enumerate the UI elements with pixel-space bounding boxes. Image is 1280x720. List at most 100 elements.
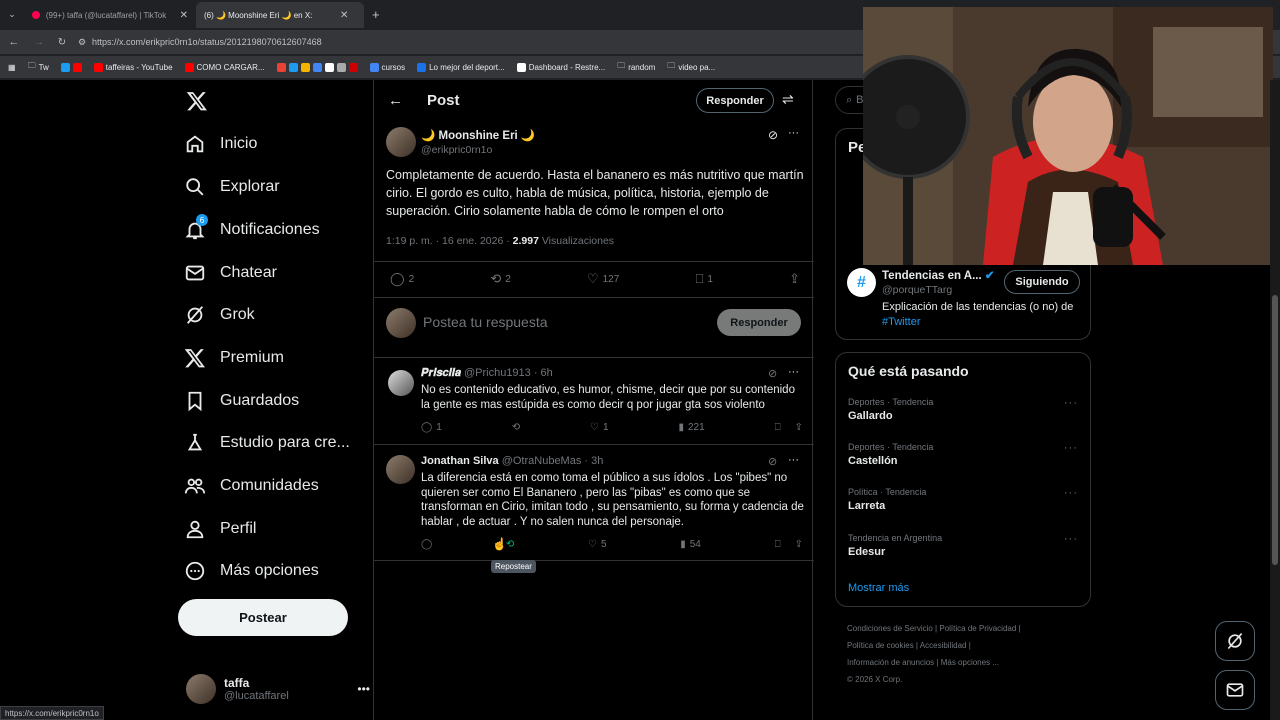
grok-fab[interactable]	[1215, 621, 1255, 661]
comment-icon: ◯	[390, 271, 405, 286]
nav-home[interactable]: Inicio	[184, 126, 257, 162]
footer-link[interactable]: Política de cookies	[847, 641, 914, 650]
more-icon[interactable]: ···	[1064, 442, 1078, 454]
reload-icon[interactable]: ↻	[50, 37, 74, 48]
nav-premium[interactable]: Premium	[184, 340, 284, 376]
avatar[interactable]	[386, 455, 415, 484]
bookmark-cursos[interactable]: cursos	[369, 62, 405, 72]
reply-button[interactable]: Responder	[696, 88, 774, 113]
new-tab-icon[interactable]: +	[372, 7, 380, 22]
nav-creator-studio[interactable]: Estudio para cre...	[184, 425, 350, 461]
reply-item[interactable]: Jonathan Silva @OtraNubeMas · 3h ⊘ ··· L…	[374, 444, 814, 561]
repost-action[interactable]: ⟲	[506, 539, 514, 550]
bookmark-dashboard[interactable]: Dashboard - Restre...	[516, 62, 605, 72]
bookmark-icon[interactable]: ⎕	[775, 422, 781, 433]
like-action[interactable]: ♡ 127	[587, 271, 619, 287]
search-icon	[186, 178, 204, 196]
nav-chat[interactable]: Chatear	[184, 255, 277, 291]
site-info-icon[interactable]: ⚙	[74, 37, 90, 48]
tab-x-post[interactable]: (6) 🌙 Moonshine Eri 🌙 en X: ✕	[196, 2, 364, 28]
bookmark-video[interactable]: 🗀 video pa...	[667, 60, 715, 74]
account-switcher[interactable]: taffa @lucataffarel •••	[186, 670, 370, 708]
account-hashtag[interactable]: #Twitter	[882, 316, 921, 328]
x-logo-icon[interactable]	[186, 90, 208, 117]
suggested-account[interactable]: # Tendencias en A... ✔ @porqueTTarg Sigu…	[847, 268, 1087, 340]
nav-more-options[interactable]: Más opciones	[184, 553, 319, 589]
nav-bookmarks[interactable]: Guardados	[184, 383, 299, 419]
bookmark-action[interactable]: ⎕ 1	[696, 271, 713, 287]
compose-reply-button[interactable]: Responder	[717, 309, 801, 336]
show-more-link[interactable]: Mostrar más	[848, 582, 909, 594]
share-action[interactable]: ⇪	[789, 271, 800, 287]
bookmark-icon[interactable]: ⎕	[775, 539, 781, 550]
nav-profile[interactable]: Perfil	[184, 511, 256, 547]
more-icon[interactable]: ···	[1064, 533, 1078, 545]
more-icon[interactable]: ···	[1064, 397, 1078, 409]
reply-author-name[interactable]: 𝑷𝒓𝒊𝒔𝒄𝒊𝒍𝒂	[421, 367, 461, 379]
bookmark-youtube[interactable]: taffeiras - YouTube	[93, 62, 173, 72]
author-name[interactable]: 🌙 Moonshine Eri 🌙	[421, 128, 535, 142]
trend-item[interactable]: Tendencia en Argentina Edesur	[848, 533, 942, 558]
sliders-icon[interactable]: ⇌	[782, 91, 794, 108]
compose-input[interactable]: Postea tu respuesta	[423, 314, 548, 330]
more-icon[interactable]: ···	[788, 366, 799, 378]
reply-action[interactable]: ◯ 2	[390, 271, 414, 287]
bookmark-deporte[interactable]: Lo mejor del deport...	[417, 62, 505, 72]
views-action[interactable]: ▮ 54	[680, 539, 701, 550]
trend-item[interactable]: Política · Tendencia Larreta	[848, 487, 926, 512]
share-icon[interactable]: ⇪	[795, 539, 803, 550]
tab-search-icon[interactable]: ⌄	[0, 9, 24, 20]
reply-action[interactable]: ◯	[421, 539, 432, 550]
scrollbar-thumb[interactable]	[1272, 295, 1278, 565]
nav-explore[interactable]: Explorar	[184, 169, 280, 205]
following-button[interactable]: Siguiendo	[1004, 270, 1080, 294]
reply-handle[interactable]: @Prichu1913 · 6h	[464, 367, 553, 379]
footer-link[interactable]: Condiciones de Servicio	[847, 624, 933, 633]
avatar[interactable]	[388, 370, 414, 396]
back-arrow-icon[interactable]: ←	[388, 92, 403, 109]
share-icon[interactable]: ⇪	[795, 422, 803, 433]
reply-item[interactable]: 𝑷𝒓𝒊𝒔𝒄𝒊𝒍𝒂 @Prichu1913 · 6h ⊘ ··· No es co…	[374, 357, 814, 445]
more-icon[interactable]: ···	[788, 454, 799, 466]
trend-item[interactable]: Deportes · Tendencia Gallardo	[848, 397, 933, 422]
bookmark-tw[interactable]: 🗀 Tw	[28, 60, 49, 74]
close-icon[interactable]: ✕	[340, 10, 348, 21]
reply-author-name[interactable]: Jonathan Silva	[421, 455, 499, 467]
footer-link[interactable]: Accesibilidad	[920, 641, 967, 650]
tab-tiktok[interactable]: (99+) taffa (@lucataffarel) | TikTok ✕	[24, 2, 196, 28]
grok-icon[interactable]: ⊘	[768, 455, 777, 468]
post-time[interactable]: 1:19 p. m. · 16 ene. 2026 ·	[386, 235, 513, 247]
back-icon[interactable]: ←	[0, 36, 28, 48]
close-icon[interactable]: ✕	[180, 10, 188, 21]
views-action[interactable]: ▮ 221	[678, 422, 704, 433]
footer-link[interactable]: Más opciones ...	[941, 658, 999, 667]
bookmark-cargar[interactable]: COMO CARGAR...	[184, 62, 265, 72]
messages-fab[interactable]	[1215, 670, 1255, 710]
trend-item[interactable]: Deportes · Tendencia Castellón	[848, 442, 933, 467]
more-icon[interactable]: ···	[1064, 487, 1078, 499]
apps-icon[interactable]: ▦	[8, 63, 16, 72]
post-button[interactable]: Postear	[178, 599, 348, 636]
grok-icon[interactable]: ⊘	[768, 367, 777, 380]
url-field[interactable]: https://x.com/erikpric0rn1o/status/20121…	[92, 37, 322, 47]
like-action[interactable]: ♡ 1	[590, 422, 609, 433]
nav-communities[interactable]: Comunidades	[184, 468, 319, 504]
grok-icon[interactable]: ⊘	[768, 128, 778, 142]
repost-action[interactable]: ⟲ 2	[490, 271, 510, 287]
footer-link[interactable]: Política de Privacidad	[939, 624, 1016, 633]
author-handle[interactable]: @erikpric0rn1o	[421, 144, 492, 156]
reply-handle[interactable]: @OtraNubeMas · 3h	[502, 455, 604, 467]
bookmark-icons[interactable]	[60, 62, 82, 72]
more-icon[interactable]: •••	[357, 682, 370, 696]
more-icon[interactable]: ···	[788, 127, 799, 139]
reply-action[interactable]: ◯ 1	[421, 422, 442, 433]
nav-grok[interactable]: Grok	[184, 297, 255, 333]
repost-action[interactable]: ⟲	[512, 422, 520, 433]
avatar[interactable]	[386, 127, 416, 157]
forward-icon[interactable]: →	[28, 36, 50, 48]
like-action[interactable]: ♡ 5	[588, 539, 607, 550]
bookmark-misc[interactable]	[276, 62, 358, 72]
nav-notifications[interactable]: 6 Notificaciones	[184, 212, 320, 248]
footer-link[interactable]: Información de anuncios	[847, 658, 934, 667]
bookmark-random[interactable]: 🗀 random	[617, 60, 655, 74]
